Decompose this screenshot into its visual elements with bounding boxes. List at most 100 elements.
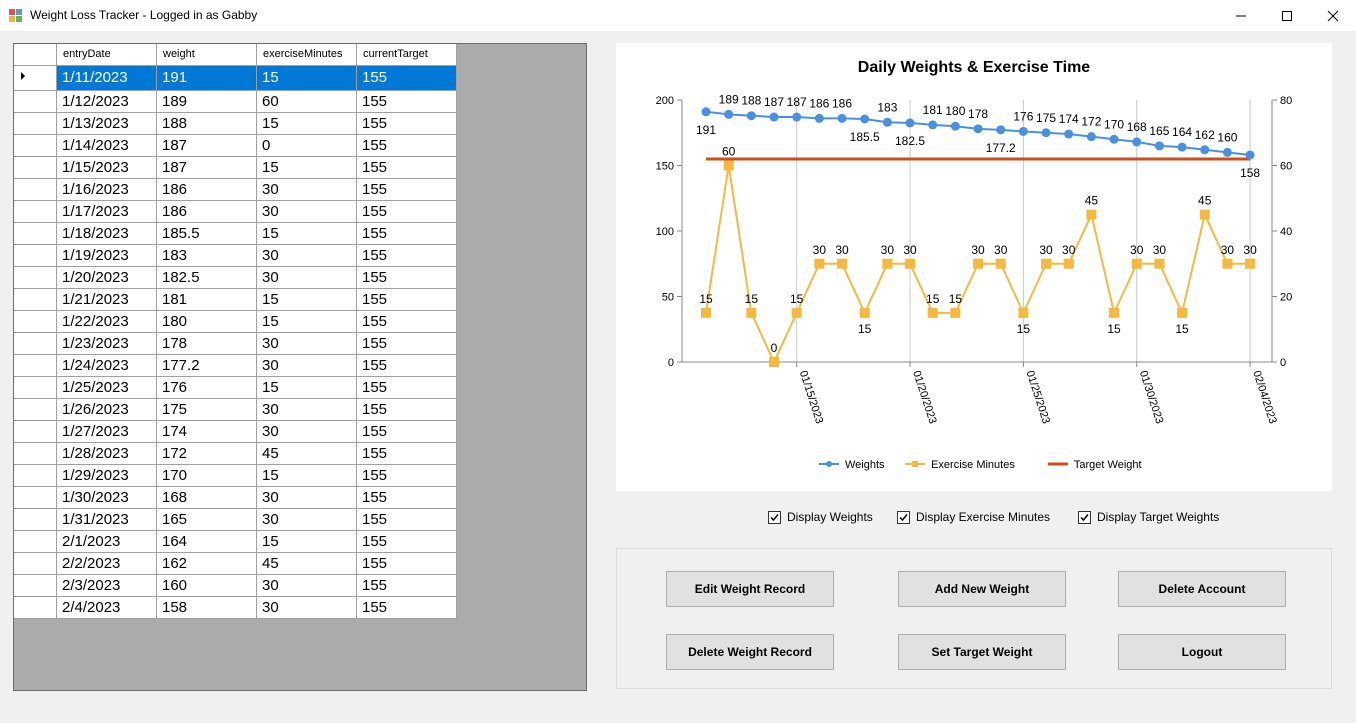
table-cell[interactable]: 155 [356,310,457,333]
row-header[interactable] [14,200,57,223]
display-target-checkbox[interactable]: Display Target Weights [1078,509,1219,525]
table-cell[interactable]: 185.5 [156,222,257,245]
delete-weight-record-button[interactable]: Delete Weight Record [666,634,834,670]
table-cell[interactable]: 30 [256,354,357,377]
table-cell[interactable]: 45 [256,552,357,575]
table-row[interactable]: 1/30/2023 168 30 155 [14,486,457,509]
table-cell[interactable]: 155 [356,442,457,465]
table-cell[interactable]: 30 [256,486,357,509]
table-cell[interactable]: 15 [256,65,357,91]
table-cell[interactable]: 1/15/2023 [56,156,157,179]
table-cell[interactable]: 155 [356,288,457,311]
table-cell[interactable]: 1/24/2023 [56,354,157,377]
table-cell[interactable]: 187 [156,156,257,179]
table-row[interactable]: 1/14/2023 187 0 155 [14,134,457,157]
table-cell[interactable]: 1/29/2023 [56,464,157,487]
column-header-currenttarget[interactable]: currentTarget [356,44,457,66]
table-cell[interactable]: 15 [256,222,357,245]
row-header[interactable] [14,376,57,399]
table-cell[interactable]: 1/28/2023 [56,442,157,465]
maximize-button[interactable] [1264,0,1310,31]
add-new-weight-button[interactable]: Add New Weight [898,571,1066,607]
table-cell[interactable]: 162 [156,552,257,575]
table-cell[interactable]: 1/23/2023 [56,332,157,355]
table-cell[interactable]: 1/18/2023 [56,222,157,245]
table-cell[interactable]: 155 [356,200,457,223]
table-cell[interactable]: 1/16/2023 [56,178,157,201]
table-row[interactable]: 1/22/2023 180 15 155 [14,310,457,333]
table-cell[interactable]: 30 [256,398,357,421]
table-row[interactable]: 1/18/2023 185.5 15 155 [14,222,457,245]
table-cell[interactable]: 1/17/2023 [56,200,157,223]
column-header-exerciseminutes[interactable]: exerciseMinutes [256,44,357,66]
row-header[interactable] [14,244,57,267]
set-target-weight-button[interactable]: Set Target Weight [898,634,1066,670]
table-cell[interactable]: 155 [356,354,457,377]
row-header[interactable] [14,65,57,91]
row-header[interactable] [14,222,57,245]
table-cell[interactable]: 174 [156,420,257,443]
table-cell[interactable]: 2/3/2023 [56,574,157,597]
table-cell[interactable]: 188 [156,112,257,135]
table-row[interactable]: 1/31/2023 165 30 155 [14,508,457,531]
table-row[interactable]: 1/20/2023 182.5 30 155 [14,266,457,289]
close-button[interactable] [1310,0,1356,31]
table-cell[interactable]: 30 [256,200,357,223]
row-header[interactable] [14,574,57,597]
row-header[interactable] [14,134,57,157]
table-row[interactable]: 1/17/2023 186 30 155 [14,200,457,223]
table-cell[interactable]: 178 [156,332,257,355]
table-cell[interactable]: 155 [356,112,457,135]
row-header[interactable] [14,596,57,619]
row-header[interactable] [14,442,57,465]
checkbox-box[interactable] [768,510,781,524]
table-cell[interactable]: 2/4/2023 [56,596,157,619]
weight-table[interactable]: entryDate weight exerciseMinutes current… [14,44,457,619]
table-cell[interactable]: 175 [156,398,257,421]
table-cell[interactable]: 155 [356,398,457,421]
table-cell[interactable]: 155 [356,156,457,179]
table-cell[interactable]: 155 [356,178,457,201]
table-row[interactable]: 1/13/2023 188 15 155 [14,112,457,135]
table-cell[interactable]: 165 [156,508,257,531]
table-cell[interactable]: 30 [256,244,357,267]
table-cell[interactable]: 30 [256,420,357,443]
table-cell[interactable]: 155 [356,596,457,619]
table-cell[interactable]: 155 [356,508,457,531]
table-cell[interactable]: 1/14/2023 [56,134,157,157]
table-row[interactable]: 1/26/2023 175 30 155 [14,398,457,421]
table-cell[interactable]: 15 [256,310,357,333]
row-header[interactable] [14,508,57,531]
table-cell[interactable]: 1/25/2023 [56,376,157,399]
table-cell[interactable]: 30 [256,266,357,289]
table-cell[interactable]: 1/27/2023 [56,420,157,443]
table-cell[interactable]: 15 [256,112,357,135]
table-cell[interactable]: 172 [156,442,257,465]
table-row[interactable]: 1/29/2023 170 15 155 [14,464,457,487]
table-cell[interactable]: 182.5 [156,266,257,289]
display-weights-checkbox[interactable]: Display Weights [768,509,873,525]
row-header[interactable] [14,266,57,289]
table-cell[interactable]: 0 [256,134,357,157]
table-cell[interactable]: 158 [156,596,257,619]
table-cell[interactable]: 155 [356,530,457,553]
table-row[interactable]: 1/24/2023 177.2 30 155 [14,354,457,377]
table-cell[interactable]: 15 [256,376,357,399]
table-cell[interactable]: 15 [256,530,357,553]
table-cell[interactable]: 1/12/2023 [56,90,157,113]
table-cell[interactable]: 155 [356,552,457,575]
row-header[interactable] [14,552,57,575]
table-cell[interactable]: 45 [256,442,357,465]
display-exercise-checkbox[interactable]: Display Exercise Minutes [897,509,1050,525]
weight-records-grid[interactable]: entryDate weight exerciseMinutes current… [13,43,587,691]
row-header[interactable] [14,310,57,333]
table-cell[interactable]: 15 [256,288,357,311]
table-cell[interactable]: 186 [156,178,257,201]
table-cell[interactable]: 191 [156,65,257,91]
row-header[interactable] [14,354,57,377]
table-cell[interactable]: 1/19/2023 [56,244,157,267]
table-cell[interactable]: 155 [356,464,457,487]
table-row[interactable]: 1/16/2023 186 30 155 [14,178,457,201]
table-cell[interactable]: 160 [156,574,257,597]
table-cell[interactable]: 1/21/2023 [56,288,157,311]
